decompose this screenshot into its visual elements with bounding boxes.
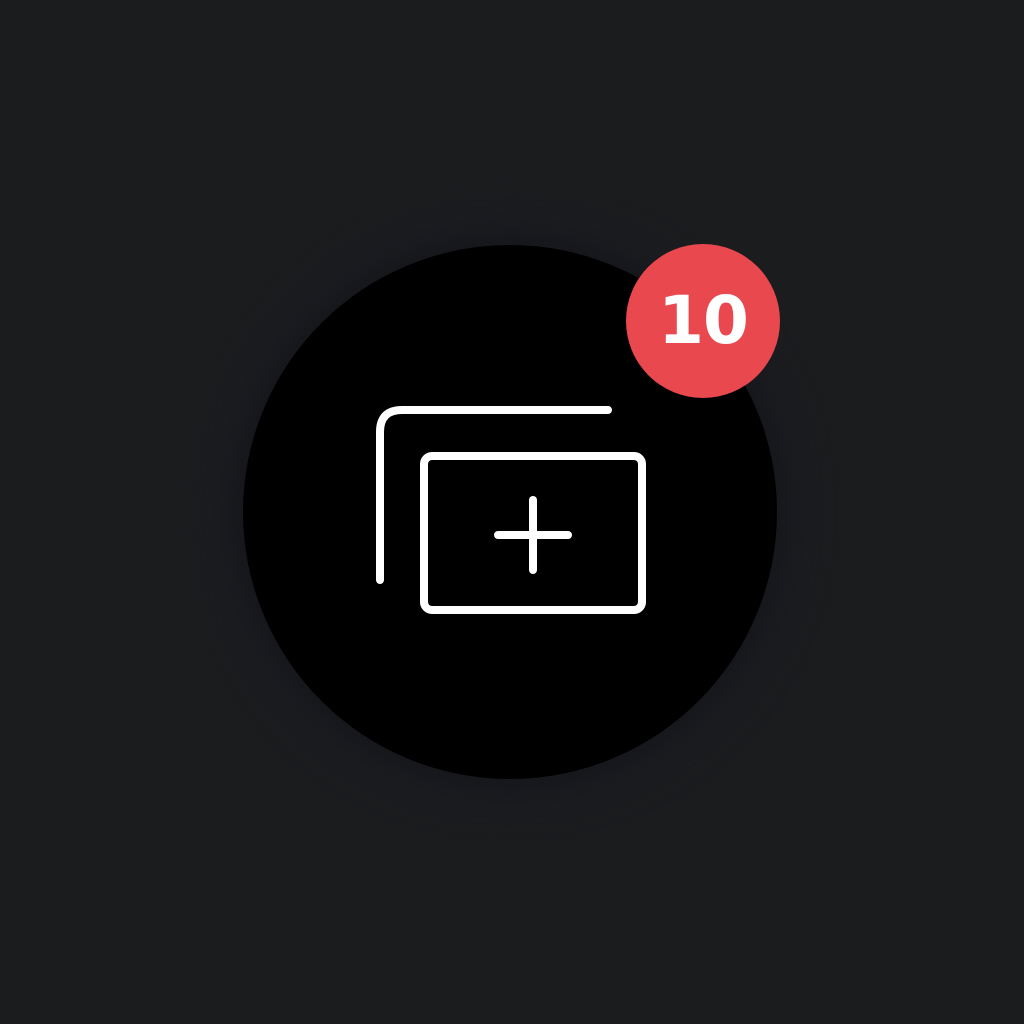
app-canvas: 10 (0, 0, 1024, 1024)
tab-count-badge: 10 (626, 244, 780, 398)
